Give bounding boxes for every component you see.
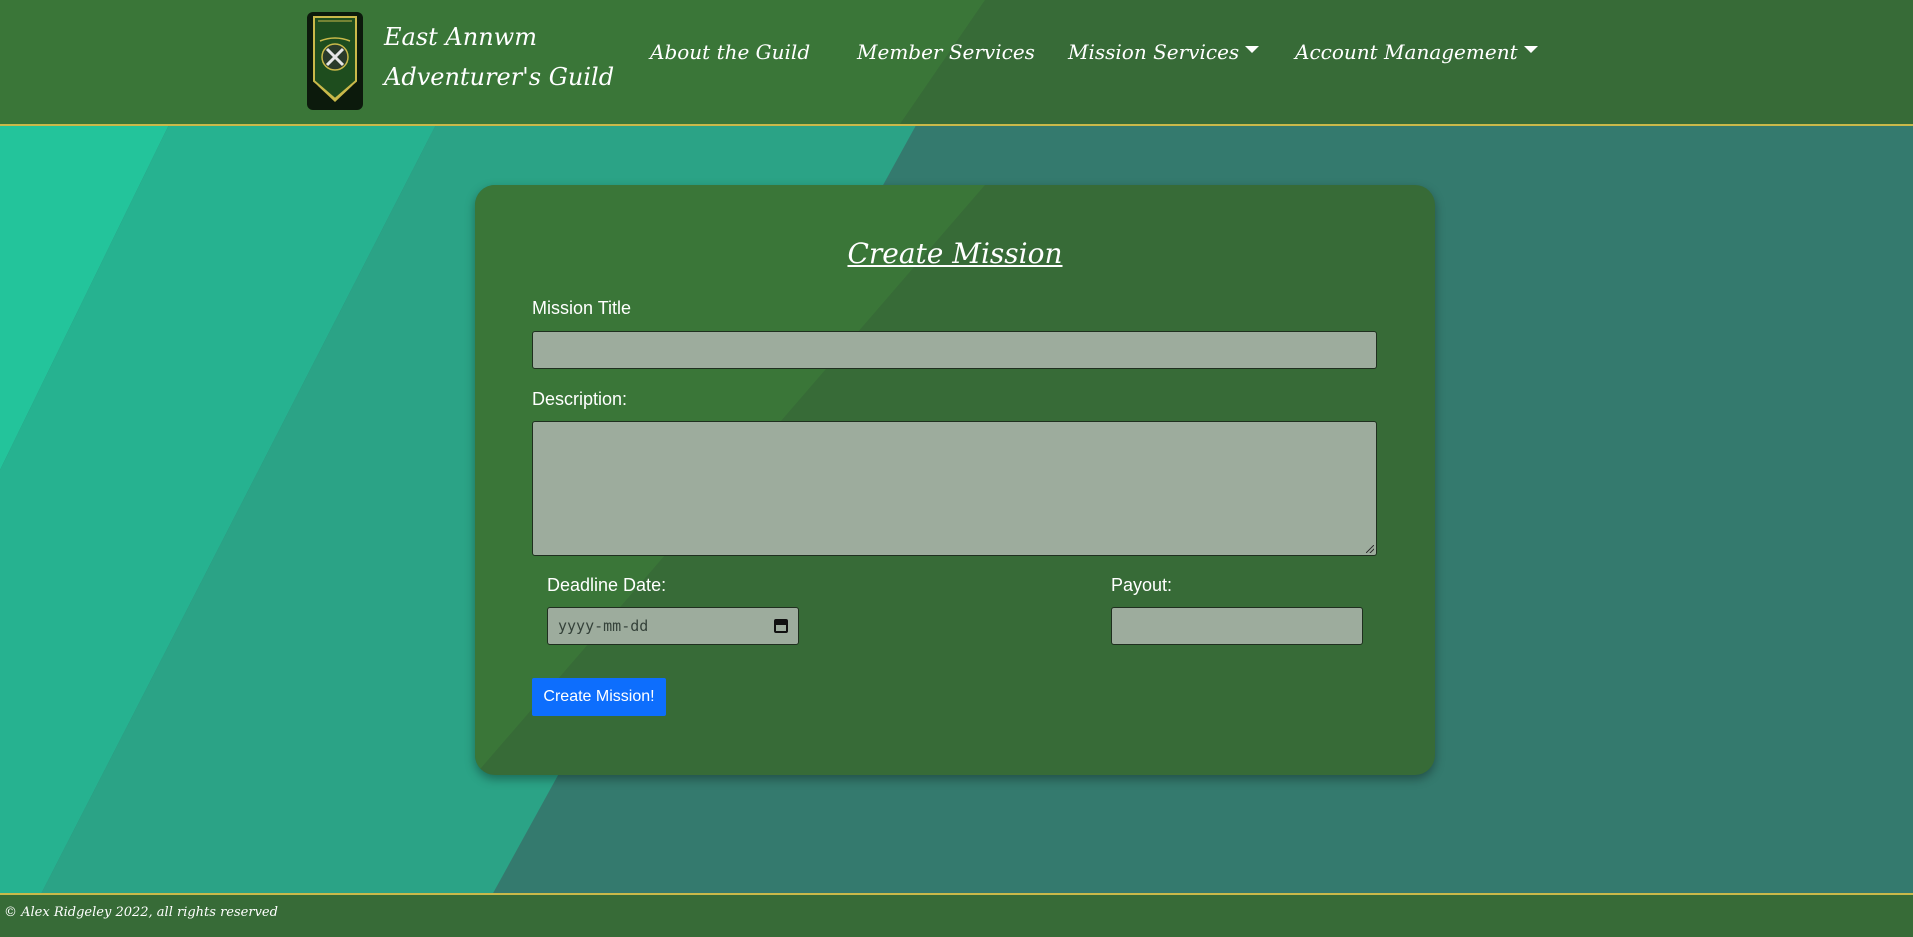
payout-label: Payout: [1111, 575, 1173, 595]
caret-down-icon [1523, 45, 1538, 53]
guild-banner-icon [307, 12, 363, 110]
create-mission-form: Create Mission Mission Title Description… [475, 185, 1435, 775]
description-label: Description: [532, 389, 628, 409]
copyright-text: © Alex Ridgeley 2022, all rights reserve… [4, 905, 278, 920]
date-placeholder: yyyy-mm-dd [558, 617, 649, 635]
deadline-date-label: Deadline Date: [547, 575, 667, 595]
nav-mission-services[interactable]: Mission Services [1068, 40, 1260, 64]
nav-account-management[interactable]: Account Management [1295, 40, 1538, 64]
payout-input[interactable] [1111, 607, 1363, 645]
brand[interactable]: East Annwm Adventurer's Guild [306, 11, 614, 111]
form-title: Create Mission [847, 237, 1063, 270]
mission-title-input[interactable] [532, 331, 1377, 369]
calendar-icon[interactable] [774, 619, 788, 633]
mission-title-label: Mission Title [532, 298, 632, 318]
description-textarea[interactable] [532, 421, 1377, 556]
create-mission-button[interactable]: Create Mission! [532, 678, 666, 716]
footer: © Alex Ridgeley 2022, all rights reserve… [0, 893, 1913, 937]
nav-item-label: Mission Services [1068, 40, 1240, 64]
caret-down-icon [1245, 45, 1260, 53]
nav-item-label: Member Services [857, 40, 1035, 64]
top-navbar: East Annwm Adventurer's Guild About the … [0, 0, 1913, 126]
brand-name-line1: East Annwm [384, 23, 537, 51]
resize-grip-icon[interactable] [1366, 545, 1374, 553]
nav-about-guild[interactable]: About the Guild [650, 40, 810, 64]
deadline-date-input[interactable]: yyyy-mm-dd [547, 607, 799, 645]
create-mission-card: Create Mission Mission Title Description… [475, 185, 1435, 775]
nav-item-label: About the Guild [650, 40, 811, 64]
nav-member-services[interactable]: Member Services [857, 40, 1035, 64]
nav-item-label: Account Management [1295, 40, 1518, 64]
brand-name-line2: Adventurer's Guild [384, 63, 615, 91]
